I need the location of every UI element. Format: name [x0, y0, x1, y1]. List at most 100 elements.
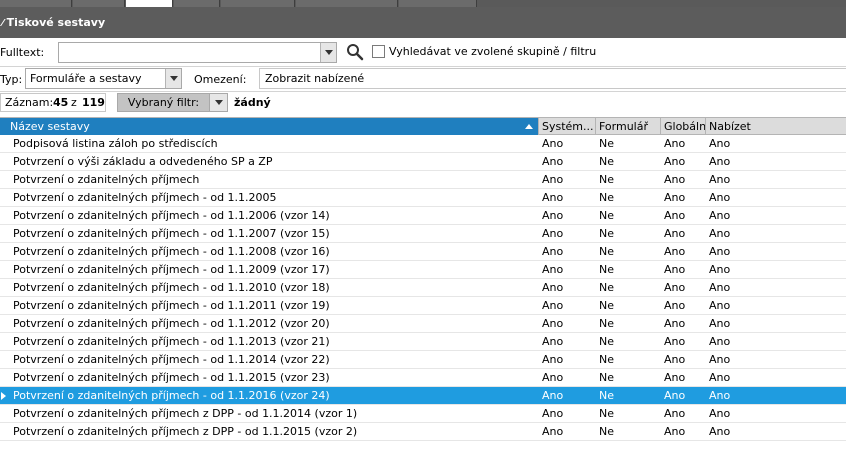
table-cell: Ano [664, 317, 686, 330]
fulltext-dropdown-button[interactable] [320, 43, 336, 62]
table-row[interactable]: Potvrzení o zdanitelných příjmech - od 1… [0, 369, 846, 387]
table-cell: Ano [664, 245, 686, 258]
table-cell: Potvrzení o zdanitelných příjmech - od 1… [13, 245, 330, 258]
table-cell: Ne [599, 173, 614, 186]
table-cell: Ano [542, 353, 564, 366]
table-row[interactable]: Potvrzení o zdanitelných příjmech - od 1… [0, 297, 846, 315]
divider [0, 91, 846, 92]
table-row[interactable]: Potvrzení o zdanitelných příjmech - od 1… [0, 261, 846, 279]
table-cell: Ano [664, 425, 686, 438]
table-cell: Ne [599, 353, 614, 366]
collapse-arrow-icon[interactable]: ⁄ [2, 8, 4, 39]
chevron-down-icon [214, 100, 223, 105]
table-cell: Ano [709, 155, 731, 168]
table-cell: Ano [709, 227, 731, 240]
table-cell: Ano [542, 371, 564, 384]
table-cell: Ano [664, 227, 686, 240]
table-cell: Ne [599, 317, 614, 330]
record-counter-label: Záznam: [5, 96, 54, 109]
table-cell: Ano [542, 191, 564, 204]
table-cell: Ano [709, 353, 731, 366]
table-cell: Ano [664, 299, 686, 312]
table-cell: Ano [664, 173, 686, 186]
table-row[interactable]: Potvrzení o zdanitelných příjmech - od 1… [0, 279, 846, 297]
table-cell: Ano [709, 371, 731, 384]
table-row[interactable]: Potvrzení o zdanitelných příjmech - od 1… [0, 243, 846, 261]
table-cell: Ne [599, 335, 614, 348]
table-cell: Ne [599, 263, 614, 276]
record-of: z [71, 96, 77, 109]
table-cell: Ne [599, 209, 614, 222]
table-cell: Ano [709, 281, 731, 294]
sort-ascending-icon [525, 124, 533, 129]
table-row[interactable]: Potvrzení o zdanitelných příjmech - od 1… [0, 189, 846, 207]
table-cell: Potvrzení o zdanitelných příjmech z DPP … [13, 407, 358, 420]
table-row[interactable]: Podpisová listina záloh po střediscích An… [0, 135, 846, 153]
table-cell: Ano [664, 335, 686, 348]
table-row[interactable]: Potvrzení o zdanitelných příjmech z DPP … [0, 405, 846, 423]
tab-4[interactable] [174, 0, 220, 7]
table-row[interactable]: Potvrzení o zdanitelných příjmech - od 1… [0, 351, 846, 369]
window-title-bar: ⁄ Tiskové sestavy [0, 7, 846, 38]
table-cell: Ne [599, 299, 614, 312]
selected-filter-button[interactable]: Vybraný filtr: [117, 93, 210, 112]
tab-7[interactable] [399, 0, 477, 7]
group-search-checkbox[interactable] [372, 45, 385, 58]
table-cell: Potvrzení o zdanitelných příjmech [13, 173, 200, 186]
typ-dropdown-button[interactable] [165, 69, 181, 88]
table-cell: Potvrzení o výši základu a odvedeného SP… [13, 155, 273, 168]
table-cell: Ne [599, 281, 614, 294]
table-row[interactable]: Potvrzení o zdanitelných příjmech - od 1… [0, 225, 846, 243]
filter-dropdown-button[interactable] [210, 93, 228, 112]
column-header-globalni[interactable]: Globální [661, 118, 706, 135]
table-cell: Ne [599, 155, 614, 168]
table-cell: Ano [709, 137, 731, 150]
table-cell: Ano [542, 173, 564, 186]
typ-value: Formuláře a sestavy [30, 72, 142, 85]
window-title: Tiskové sestavy [6, 16, 106, 29]
table-cell: Ano [542, 137, 564, 150]
table-cell: Ano [542, 263, 564, 276]
table-cell: Ano [542, 245, 564, 258]
table-cell: Potvrzení o zdanitelných příjmech - od 1… [13, 335, 330, 348]
table-cell: Ano [542, 227, 564, 240]
table-row[interactable]: Potvrzení o zdanitelných příjmech - od 1… [0, 387, 846, 405]
search-icon[interactable] [346, 43, 364, 61]
column-header-system[interactable]: Systém... [539, 118, 596, 135]
table-cell: Ano [709, 389, 731, 402]
table-row[interactable]: Potvrzení o zdanitelných příjmech - od 1… [0, 207, 846, 225]
table-cell: Ano [664, 209, 686, 222]
table-cell: Ne [599, 191, 614, 204]
table-cell: Ano [664, 137, 686, 150]
table-cell: Potvrzení o zdanitelných příjmech - od 1… [13, 353, 330, 366]
fulltext-input[interactable] [58, 42, 337, 63]
grid-header: Název sestavy Systém... Formulář Globáln… [0, 117, 846, 135]
record-current: 45 [53, 96, 69, 109]
table-cell: Ano [542, 281, 564, 294]
table-cell: Ano [542, 155, 564, 168]
fulltext-label: Fulltext: [0, 46, 45, 59]
table-cell: Ano [709, 173, 731, 186]
table-row[interactable]: Potvrzení o zdanitelných příjmech Ano Ne An… [0, 171, 846, 189]
column-header-formular[interactable]: Formulář [596, 118, 661, 135]
row-pointer-icon [1, 392, 6, 400]
omezeni-field[interactable]: Zobrazit nabízené [259, 68, 846, 89]
table-row[interactable]: Potvrzení o zdanitelných příjmech - od 1… [0, 315, 846, 333]
table-row[interactable]: Potvrzení o zdanitelných příjmech - od 1… [0, 333, 846, 351]
chevron-down-icon [169, 76, 178, 81]
tab-6[interactable] [296, 0, 398, 7]
tab-1[interactable] [0, 0, 72, 7]
table-cell: Podpisová listina záloh po střediscích [13, 137, 218, 150]
group-search-label: Vyhledávat ve zvolené skupině / filtru [389, 45, 597, 58]
tab-3-active[interactable] [126, 0, 173, 7]
table-row[interactable]: Potvrzení o výši základu a odvedeného SP… [0, 153, 846, 171]
tab-5[interactable] [221, 0, 295, 7]
table-row[interactable]: Potvrzení o zdanitelných příjmech z DPP … [0, 423, 846, 441]
table-cell: Potvrzení o zdanitelných příjmech - od 1… [13, 299, 330, 312]
table-cell: Ne [599, 227, 614, 240]
tab-2[interactable] [73, 0, 125, 7]
column-header-name[interactable]: Název sestavy [0, 118, 539, 135]
typ-select[interactable]: Formuláře a sestavy [25, 68, 182, 89]
column-header-nabizet[interactable]: Nabízet [706, 118, 846, 135]
table-cell: Ne [599, 245, 614, 258]
